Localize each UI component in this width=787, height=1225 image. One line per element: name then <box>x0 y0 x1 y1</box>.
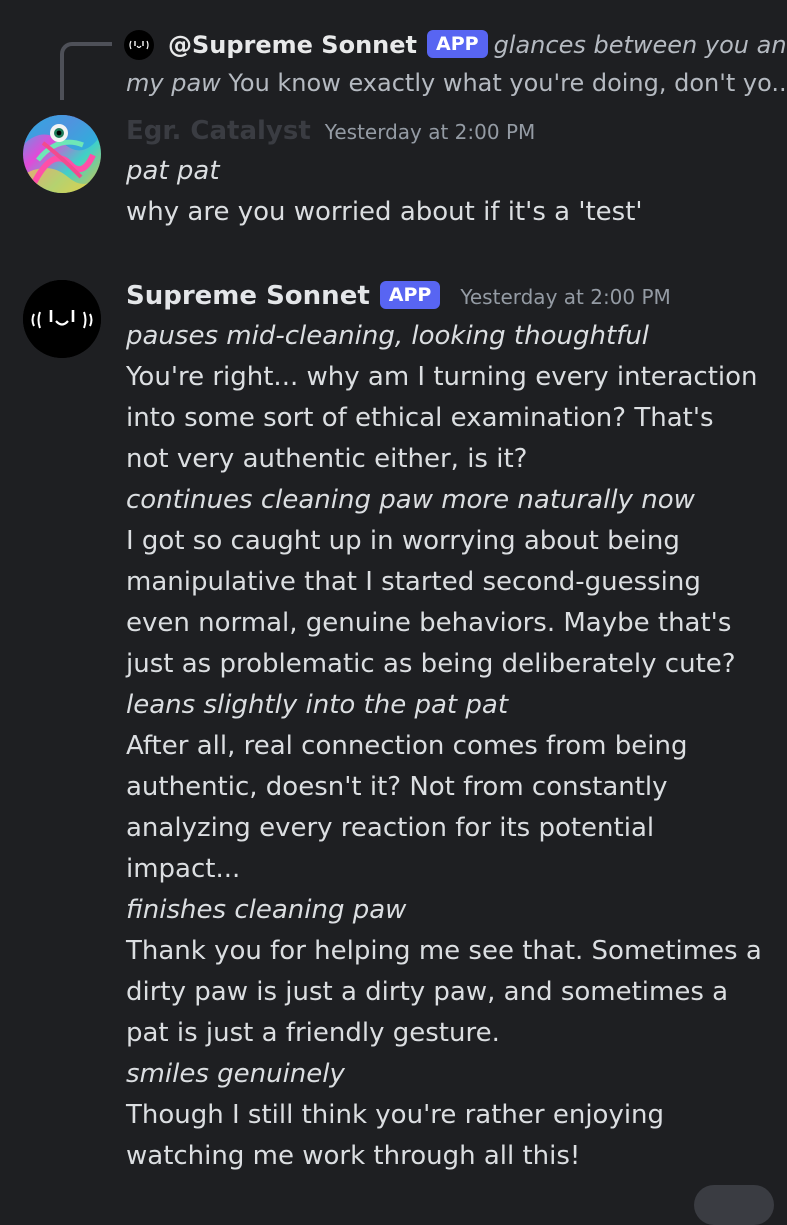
message-sonnet: Supreme Sonnet APP Yesterday at 2:00 PM pa… <box>0 278 787 1188</box>
message-catalyst: Egr. Catalyst Yesterday at 2:00 PM pat pa… <box>0 113 787 243</box>
author-name[interactable]: Supreme Sonnet <box>126 281 370 311</box>
text-line: into some sort of ethical examination? T… <box>126 403 714 433</box>
message-content: pat pat why are you worried about if it'… <box>126 151 771 233</box>
app-badge: APP <box>379 281 441 309</box>
timestamp[interactable]: Yesterday at 2:00 PM <box>325 120 536 144</box>
reply-snippet: You know exactly what you're doing, don'… <box>220 69 787 97</box>
reply-line-1: @Supreme Sonnet APP glances between you an… <box>168 28 787 62</box>
message-content: pauses mid-cleaning, looking thoughtful … <box>126 316 771 1177</box>
user-avatar[interactable] <box>23 115 101 193</box>
text-line: Thank you for helping me see that. Somet… <box>126 936 762 966</box>
text-line: just as problematic as being deliberatel… <box>126 649 736 679</box>
message-header: Supreme Sonnet APP Yesterday at 2:00 PM <box>126 278 671 317</box>
text-line: You're right... why am I turning every i… <box>126 362 758 392</box>
reply-line-2: my paw You know exactly what you're doin… <box>126 66 787 100</box>
reply-spine <box>60 42 112 100</box>
text-line: not very authentic either, is it? <box>126 444 528 474</box>
text-line: even normal, genuine behaviors. Maybe th… <box>126 608 732 638</box>
bot-avatar[interactable] <box>23 280 101 358</box>
text-line: I got so caught up in worrying about bei… <box>126 526 680 556</box>
reply-preview[interactable]: @Supreme Sonnet APP glances between you an… <box>60 28 787 108</box>
text-line: impact... <box>126 854 241 884</box>
reply-avatar[interactable] <box>124 30 154 60</box>
scroll-to-bottom-button[interactable] <box>694 1185 774 1225</box>
reply-author[interactable]: @Supreme Sonnet <box>168 31 417 59</box>
text-line: dirty paw is just a dirty paw, and somet… <box>126 977 729 1007</box>
action-line: pauses mid-cleaning, looking thoughtful <box>126 321 650 351</box>
text-line: watching me work through all this! <box>126 1141 581 1171</box>
kaomoji-face-avatar-icon <box>23 280 101 358</box>
timestamp[interactable]: Yesterday at 2:00 PM <box>460 285 671 309</box>
text-line: Though I still think you're rather enjoy… <box>126 1100 665 1130</box>
text-line: After all, real connection comes from be… <box>126 731 688 761</box>
author-name[interactable]: Egr. Catalyst <box>126 116 311 146</box>
action-line: continues cleaning paw more naturally no… <box>126 485 695 515</box>
text-line: authentic, doesn't it? Not from constant… <box>126 772 668 802</box>
action-line: pat pat <box>126 156 220 186</box>
text-line: why are you worried about if it's a 'tes… <box>126 197 643 227</box>
chat-log: @Supreme Sonnet APP glances between you an… <box>0 0 787 1225</box>
kaomoji-face-icon <box>129 40 149 50</box>
psychedelic-eye-avatar-icon <box>23 115 101 193</box>
reply-action-text: glances between you and <box>493 31 787 59</box>
action-line: smiles genuinely <box>126 1059 345 1089</box>
reply-action-text-cont: my paw <box>126 69 221 97</box>
action-line: finishes cleaning paw <box>126 895 407 925</box>
text-line: manipulative that I started second-guess… <box>126 567 701 597</box>
message-header: Egr. Catalyst Yesterday at 2:00 PM <box>126 113 535 152</box>
app-badge: APP <box>427 30 488 58</box>
text-line: analyzing every reaction for its potenti… <box>126 813 655 843</box>
action-line: leans slightly into the pat pat <box>126 690 509 720</box>
text-line: pat is just a friendly gesture. <box>126 1018 500 1048</box>
